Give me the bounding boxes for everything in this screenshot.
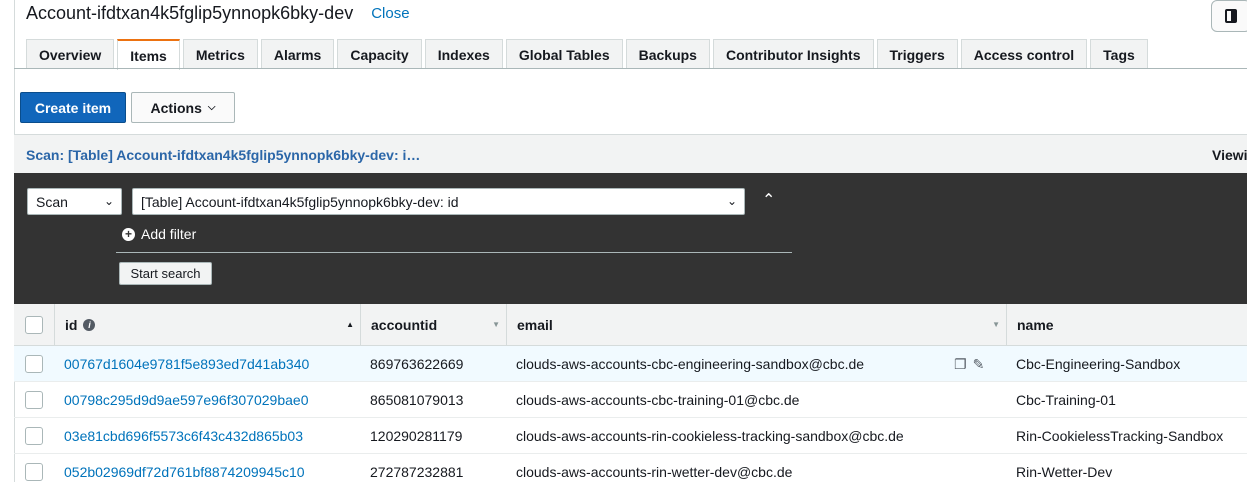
column-header-name[interactable]: name [1006, 304, 1247, 346]
name-cell: Rin-CookielessTracking-Sandbox [1016, 428, 1224, 444]
start-search-button[interactable]: Start search [119, 262, 212, 285]
scan-summary-title[interactable]: Scan: [Table] Account-ifdtxan4k5fglip5yn… [26, 147, 420, 163]
table-row[interactable]: 00798c295d9d9ae597e96f307029bae0 8650810… [14, 382, 1247, 418]
scan-mode-select[interactable]: Scan ⌄ [27, 188, 122, 215]
tab-indexes[interactable]: Indexes [424, 39, 503, 69]
tab-divider [14, 68, 1247, 69]
column-header-accountid-label: accountid [371, 317, 438, 333]
tab-tags[interactable]: Tags [1090, 39, 1148, 69]
tab-metrics[interactable]: Metrics [182, 39, 258, 69]
email-cell: clouds-aws-accounts-cbc-engineering-sand… [516, 356, 865, 372]
tab-global-tables[interactable]: Global Tables [505, 39, 623, 69]
name-cell: Cbc-Training-01 [1016, 392, 1116, 408]
table-row[interactable]: 03e81cbd696f5573c6f43c432d865b03 1202902… [14, 418, 1247, 454]
column-header-email-label: email [517, 317, 553, 333]
row-checkbox-cell [25, 346, 43, 382]
item-id-link[interactable]: 00767d1604e9781f5e893ed7d41ab340 [64, 346, 309, 382]
copy-icon[interactable]: ❐ [954, 356, 967, 373]
row-checkbox[interactable] [25, 391, 43, 409]
row-checkbox-cell [25, 382, 43, 418]
row-checkbox[interactable] [25, 427, 43, 445]
column-header-name-label: name [1017, 317, 1054, 333]
chevron-down-icon: ⌵ [207, 102, 216, 113]
add-filter-button[interactable]: + Add filter [122, 226, 196, 242]
tab-overview[interactable]: Overview [26, 39, 115, 69]
header: Account-ifdtxan4k5fglip5ynnopk6bky-dev C… [26, 0, 410, 26]
tab-access-control[interactable]: Access control [960, 39, 1088, 69]
tab-contributor-insights[interactable]: Contributor Insights [712, 39, 874, 69]
accountid-cell: 120290281179 [370, 428, 463, 444]
table-header: id i ▲ accountid ▼ email ▼ name [14, 304, 1247, 346]
sort-icon: ▼ [992, 320, 1000, 329]
row-checkbox-cell [25, 454, 43, 482]
tab-items[interactable]: Items [117, 39, 180, 70]
email-cell: clouds-aws-accounts-rin-cookieless-track… [516, 428, 904, 444]
row-checkbox[interactable] [25, 463, 43, 481]
viewing-label: Viewi [1212, 147, 1247, 163]
table-row[interactable]: 00767d1604e9781f5e893ed7d41ab340 8697636… [14, 346, 1247, 382]
index-value: [Table] Account-ifdtxan4k5fglip5ynnopk6b… [141, 193, 459, 210]
page-title: Account-ifdtxan4k5fglip5ynnopk6bky-dev [26, 2, 354, 23]
row-checkbox-cell [25, 418, 43, 454]
filter-divider [116, 252, 792, 253]
actions-label: Actions [150, 99, 202, 116]
info-icon[interactable]: i [83, 319, 96, 331]
collapse-chevron-up-icon[interactable]: ⌃ [762, 190, 775, 210]
tab-triggers[interactable]: Triggers [876, 39, 958, 69]
row-actions: ❐ ✎ [954, 356, 984, 373]
tab-bar: Overview Items Metrics Alarms Capacity I… [26, 39, 1151, 70]
side-panel-toggle-button[interactable] [1211, 0, 1247, 32]
plus-circle-icon: + [122, 227, 135, 241]
index-select[interactable]: [Table] Account-ifdtxan4k5fglip5ynnopk6b… [132, 188, 745, 215]
create-item-button[interactable]: Create item [20, 92, 126, 123]
select-all-checkbox[interactable] [25, 316, 43, 334]
item-id-link[interactable]: 052b02969df72d761bf8874209945c10 [64, 454, 305, 482]
scan-mode-value: Scan [36, 193, 68, 210]
tab-capacity[interactable]: Capacity [337, 39, 422, 69]
query-panel: Scan ⌄ [Table] Account-ifdtxan4k5fglip5y… [14, 173, 1247, 304]
chevron-down-icon: ⌄ [726, 194, 737, 208]
email-cell: clouds-aws-accounts-cbc-training-01@cbc.… [516, 392, 800, 408]
item-id-link[interactable]: 03e81cbd696f5573c6f43c432d865b03 [64, 418, 303, 454]
header-checkbox-cell [14, 304, 54, 346]
chevron-down-icon: ⌄ [103, 194, 114, 208]
name-cell: Rin-Wetter-Dev [1016, 464, 1113, 480]
column-header-accountid[interactable]: accountid ▼ [360, 304, 506, 346]
add-filter-label: Add filter [141, 226, 197, 242]
panel-icon [1225, 9, 1237, 23]
table-row[interactable]: 052b02969df72d761bf8874209945c10 2727872… [14, 454, 1247, 482]
close-link[interactable]: Close [371, 5, 409, 22]
accountid-cell: 272787232881 [370, 464, 464, 480]
column-header-id[interactable]: id i ▲ [54, 304, 360, 346]
sort-ascending-icon: ▲ [346, 320, 354, 329]
column-header-email[interactable]: email ▼ [506, 304, 1006, 346]
row-checkbox[interactable] [25, 355, 43, 373]
scan-summary-bar[interactable]: Scan: [Table] Account-ifdtxan4k5fglip5yn… [14, 134, 1247, 173]
items-table: id i ▲ accountid ▼ email ▼ name 00767d16… [14, 304, 1247, 482]
tab-alarms[interactable]: Alarms [260, 39, 335, 69]
tab-backups[interactable]: Backups [625, 39, 710, 69]
item-id-link[interactable]: 00798c295d9d9ae597e96f307029bae0 [64, 382, 308, 418]
edit-pencil-icon[interactable]: ✎ [973, 356, 985, 373]
accountid-cell: 865081079013 [370, 392, 464, 408]
email-cell: clouds-aws-accounts-rin-wetter-dev@cbc.d… [516, 464, 793, 480]
actions-dropdown-button[interactable]: Actions ⌵ [131, 92, 235, 123]
sort-icon: ▼ [492, 320, 500, 329]
name-cell: Cbc-Engineering-Sandbox [1016, 356, 1181, 372]
column-header-id-label: id [65, 317, 78, 333]
accountid-cell: 869763622669 [370, 356, 464, 372]
